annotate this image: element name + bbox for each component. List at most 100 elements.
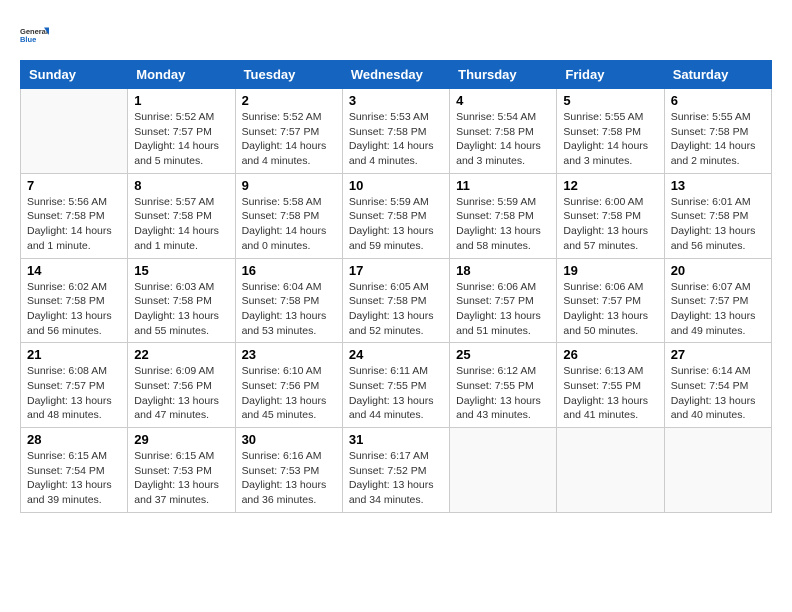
day-info: Sunrise: 6:07 AM Sunset: 7:57 PM Dayligh…	[671, 280, 765, 339]
calendar-cell	[21, 89, 128, 174]
day-info: Sunrise: 6:06 AM Sunset: 7:57 PM Dayligh…	[563, 280, 657, 339]
day-number: 30	[242, 432, 336, 447]
weekday-header-tuesday: Tuesday	[235, 61, 342, 89]
weekday-header-sunday: Sunday	[21, 61, 128, 89]
day-info: Sunrise: 5:59 AM Sunset: 7:58 PM Dayligh…	[456, 195, 550, 254]
calendar-cell: 2 Sunrise: 5:52 AM Sunset: 7:57 PM Daylig…	[235, 89, 342, 174]
calendar-cell: 28 Sunrise: 6:15 AM Sunset: 7:54 PM Dayli…	[21, 428, 128, 513]
calendar-cell: 19 Sunrise: 6:06 AM Sunset: 7:57 PM Dayli…	[557, 258, 664, 343]
calendar-cell: 12 Sunrise: 6:00 AM Sunset: 7:58 PM Dayli…	[557, 173, 664, 258]
day-info: Sunrise: 5:53 AM Sunset: 7:58 PM Dayligh…	[349, 110, 443, 169]
calendar-cell: 8Sunrise: 5:57 AM Sunset: 7:58 PM Daylig…	[128, 173, 235, 258]
calendar-cell: 30 Sunrise: 6:16 AM Sunset: 7:53 PM Dayli…	[235, 428, 342, 513]
calendar-cell: 11Sunrise: 5:59 AM Sunset: 7:58 PM Dayli…	[450, 173, 557, 258]
calendar-cell: 16Sunrise: 6:04 AM Sunset: 7:58 PM Dayli…	[235, 258, 342, 343]
calendar-cell: 31Sunrise: 6:17 AM Sunset: 7:52 PM Dayli…	[342, 428, 449, 513]
day-info: Sunrise: 6:06 AM Sunset: 7:57 PM Dayligh…	[456, 280, 550, 339]
day-info: Sunrise: 6:01 AM Sunset: 7:58 PM Dayligh…	[671, 195, 765, 254]
calendar-cell: 14Sunrise: 6:02 AM Sunset: 7:58 PM Dayli…	[21, 258, 128, 343]
day-number: 6	[671, 93, 765, 108]
calendar-week-4: 21 Sunrise: 6:08 AM Sunset: 7:57 PM Dayli…	[21, 343, 772, 428]
calendar-cell: 27 Sunrise: 6:14 AM Sunset: 7:54 PM Dayli…	[664, 343, 771, 428]
day-number: 31	[349, 432, 443, 447]
svg-text:Blue: Blue	[20, 35, 36, 44]
calendar-cell: 26 Sunrise: 6:13 AM Sunset: 7:55 PM Dayli…	[557, 343, 664, 428]
day-number: 20	[671, 263, 765, 278]
calendar-header-row: SundayMondayTuesdayWednesdayThursdayFrid…	[21, 61, 772, 89]
calendar-cell: 9 Sunrise: 5:58 AM Sunset: 7:58 PM Daylig…	[235, 173, 342, 258]
calendar-cell: 23 Sunrise: 6:10 AM Sunset: 7:56 PM Dayli…	[235, 343, 342, 428]
day-number: 27	[671, 347, 765, 362]
day-number: 17	[349, 263, 443, 278]
day-info: Sunrise: 6:11 AM Sunset: 7:55 PM Dayligh…	[349, 364, 443, 423]
day-info: Sunrise: 5:58 AM Sunset: 7:58 PM Dayligh…	[242, 195, 336, 254]
day-info: Sunrise: 6:13 AM Sunset: 7:55 PM Dayligh…	[563, 364, 657, 423]
day-info: Sunrise: 6:15 AM Sunset: 7:53 PM Dayligh…	[134, 449, 228, 508]
calendar-cell: 5 Sunrise: 5:55 AM Sunset: 7:58 PM Daylig…	[557, 89, 664, 174]
day-number: 13	[671, 178, 765, 193]
calendar-cell: 13 Sunrise: 6:01 AM Sunset: 7:58 PM Dayli…	[664, 173, 771, 258]
day-number: 21	[27, 347, 121, 362]
day-info: Sunrise: 5:59 AM Sunset: 7:58 PM Dayligh…	[349, 195, 443, 254]
day-number: 2	[242, 93, 336, 108]
day-number: 29	[134, 432, 228, 447]
calendar-cell	[664, 428, 771, 513]
calendar-cell: 24 Sunrise: 6:11 AM Sunset: 7:55 PM Dayli…	[342, 343, 449, 428]
calendar-week-1: 1 Sunrise: 5:52 AM Sunset: 7:57 PM Daylig…	[21, 89, 772, 174]
calendar-cell: 4 Sunrise: 5:54 AM Sunset: 7:58 PM Daylig…	[450, 89, 557, 174]
day-info: Sunrise: 6:00 AM Sunset: 7:58 PM Dayligh…	[563, 195, 657, 254]
day-number: 5	[563, 93, 657, 108]
day-number: 19	[563, 263, 657, 278]
day-number: 9	[242, 178, 336, 193]
day-info: Sunrise: 5:54 AM Sunset: 7:58 PM Dayligh…	[456, 110, 550, 169]
calendar-cell: 20 Sunrise: 6:07 AM Sunset: 7:57 PM Dayli…	[664, 258, 771, 343]
page-header: GeneralBlue	[20, 20, 772, 50]
calendar-week-5: 28 Sunrise: 6:15 AM Sunset: 7:54 PM Dayli…	[21, 428, 772, 513]
calendar-week-3: 14Sunrise: 6:02 AM Sunset: 7:58 PM Dayli…	[21, 258, 772, 343]
day-number: 16	[242, 263, 336, 278]
calendar-week-2: 7Sunrise: 5:56 AM Sunset: 7:58 PM Daylig…	[21, 173, 772, 258]
calendar-table: SundayMondayTuesdayWednesdayThursdayFrid…	[20, 60, 772, 513]
day-number: 1	[134, 93, 228, 108]
day-number: 28	[27, 432, 121, 447]
day-number: 26	[563, 347, 657, 362]
weekday-header-wednesday: Wednesday	[342, 61, 449, 89]
day-number: 14	[27, 263, 121, 278]
calendar-cell: 10 Sunrise: 5:59 AM Sunset: 7:58 PM Dayli…	[342, 173, 449, 258]
day-info: Sunrise: 6:03 AM Sunset: 7:58 PM Dayligh…	[134, 280, 228, 339]
weekday-header-thursday: Thursday	[450, 61, 557, 89]
day-info: Sunrise: 6:16 AM Sunset: 7:53 PM Dayligh…	[242, 449, 336, 508]
day-info: Sunrise: 5:52 AM Sunset: 7:57 PM Dayligh…	[242, 110, 336, 169]
logo: GeneralBlue	[20, 20, 50, 50]
calendar-cell: 7Sunrise: 5:56 AM Sunset: 7:58 PM Daylig…	[21, 173, 128, 258]
day-info: Sunrise: 6:10 AM Sunset: 7:56 PM Dayligh…	[242, 364, 336, 423]
calendar-cell: 1Sunrise: 5:52 AM Sunset: 7:57 PM Daylig…	[128, 89, 235, 174]
day-number: 18	[456, 263, 550, 278]
day-info: Sunrise: 5:57 AM Sunset: 7:58 PM Dayligh…	[134, 195, 228, 254]
day-number: 4	[456, 93, 550, 108]
calendar-cell: 6 Sunrise: 5:55 AM Sunset: 7:58 PM Daylig…	[664, 89, 771, 174]
weekday-header-saturday: Saturday	[664, 61, 771, 89]
day-number: 12	[563, 178, 657, 193]
calendar-cell: 15Sunrise: 6:03 AM Sunset: 7:58 PM Dayli…	[128, 258, 235, 343]
day-number: 3	[349, 93, 443, 108]
weekday-header-monday: Monday	[128, 61, 235, 89]
calendar-cell: 29 Sunrise: 6:15 AM Sunset: 7:53 PM Dayli…	[128, 428, 235, 513]
day-info: Sunrise: 6:14 AM Sunset: 7:54 PM Dayligh…	[671, 364, 765, 423]
day-number: 25	[456, 347, 550, 362]
logo-icon: GeneralBlue	[20, 20, 50, 50]
day-number: 23	[242, 347, 336, 362]
calendar-cell: 3 Sunrise: 5:53 AM Sunset: 7:58 PM Daylig…	[342, 89, 449, 174]
day-info: Sunrise: 5:55 AM Sunset: 7:58 PM Dayligh…	[671, 110, 765, 169]
calendar-cell: 21 Sunrise: 6:08 AM Sunset: 7:57 PM Dayli…	[21, 343, 128, 428]
day-info: Sunrise: 5:55 AM Sunset: 7:58 PM Dayligh…	[563, 110, 657, 169]
day-number: 24	[349, 347, 443, 362]
calendar-cell: 18 Sunrise: 6:06 AM Sunset: 7:57 PM Dayli…	[450, 258, 557, 343]
day-info: Sunrise: 6:12 AM Sunset: 7:55 PM Dayligh…	[456, 364, 550, 423]
day-info: Sunrise: 6:15 AM Sunset: 7:54 PM Dayligh…	[27, 449, 121, 508]
day-info: Sunrise: 6:09 AM Sunset: 7:56 PM Dayligh…	[134, 364, 228, 423]
calendar-cell: 25 Sunrise: 6:12 AM Sunset: 7:55 PM Dayli…	[450, 343, 557, 428]
day-number: 10	[349, 178, 443, 193]
day-number: 22	[134, 347, 228, 362]
day-info: Sunrise: 6:08 AM Sunset: 7:57 PM Dayligh…	[27, 364, 121, 423]
